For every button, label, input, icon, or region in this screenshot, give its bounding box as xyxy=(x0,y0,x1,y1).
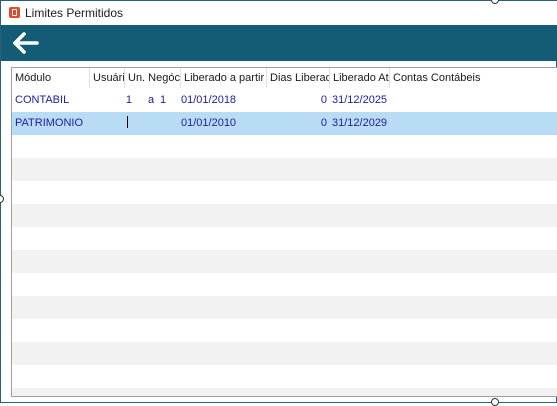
empty-row xyxy=(12,135,557,158)
window-title: Limites Permitidos xyxy=(25,6,124,20)
table-row[interactable]: CONTABIL 1 a 1 01/01/2018 0 31/12/2025 xyxy=(12,89,557,112)
limits-grid[interactable]: Módulo Usuário Un. Negócio Liberado a pa… xyxy=(11,67,557,397)
cell-modulo[interactable]: PATRIMONIO xyxy=(12,112,90,135)
cell-liberado-de[interactable]: 01/01/2010 xyxy=(178,112,264,135)
cell-dias-liberados[interactable]: 0 xyxy=(267,112,330,135)
empty-row xyxy=(12,365,557,388)
column-header-contas-contabeis[interactable]: Contas Contábeis xyxy=(390,68,510,88)
cell-liberado-ate[interactable]: 31/12/2029 xyxy=(329,112,391,135)
app-icon xyxy=(9,7,20,18)
column-header-liberado-ate[interactable]: Liberado Até xyxy=(330,68,390,88)
table-row-selected[interactable]: PATRIMONIO 01/01/2010 0 31/12/2029 xyxy=(12,112,557,135)
empty-row xyxy=(12,319,557,342)
empty-row xyxy=(12,158,557,181)
limites-permitidos-window: Limites Permitidos Módulo Usuário Un. Ne… xyxy=(0,0,557,403)
empty-row xyxy=(12,227,557,250)
empty-row xyxy=(12,204,557,227)
empty-row xyxy=(12,342,557,365)
empty-row xyxy=(12,296,557,319)
cell-contas-contabeis[interactable] xyxy=(390,89,510,112)
title-bar[interactable]: Limites Permitidos xyxy=(1,1,557,26)
grid-header: Módulo Usuário Un. Negócio Liberado a pa… xyxy=(12,68,557,88)
cell-dias-liberados[interactable]: 0 xyxy=(267,89,330,112)
cell-liberado-de[interactable]: 01/01/2018 xyxy=(178,89,264,112)
cell-modulo[interactable]: CONTABIL xyxy=(12,89,90,112)
column-header-modulo[interactable]: Módulo xyxy=(12,68,90,88)
column-header-liberado-a-partir-de[interactable]: Liberado a partir de xyxy=(181,68,267,88)
resize-handle-bottom[interactable] xyxy=(491,398,499,406)
cell-un-from[interactable]: 1 xyxy=(117,89,135,112)
column-header-usuario[interactable]: Usuário xyxy=(90,68,125,88)
arrow-left-icon xyxy=(13,32,39,54)
cell-liberado-ate[interactable]: 31/12/2025 xyxy=(329,89,391,112)
toolbar xyxy=(1,25,557,61)
empty-row xyxy=(12,250,557,273)
cell-un-to[interactable]: 1 xyxy=(157,89,171,112)
text-cursor xyxy=(127,116,128,128)
column-header-dias-liberados[interactable]: Dias Liberados xyxy=(267,68,330,88)
cell-contas-contabeis[interactable] xyxy=(390,112,510,135)
empty-row xyxy=(12,181,557,204)
empty-row xyxy=(12,273,557,296)
empty-row xyxy=(12,388,557,396)
column-header-un-negocio[interactable]: Un. Negócio xyxy=(125,68,181,88)
back-button[interactable] xyxy=(9,29,43,57)
cell-un-separator: a xyxy=(148,94,155,106)
cell-usuario[interactable] xyxy=(90,112,125,135)
